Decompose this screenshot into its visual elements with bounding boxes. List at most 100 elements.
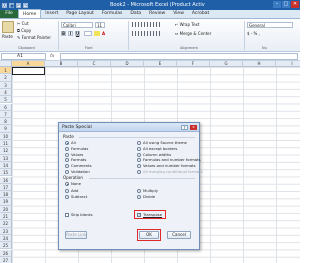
paste-option-radio[interactable]: Column widths bbox=[137, 152, 171, 157]
row-header[interactable]: 3 bbox=[0, 81, 12, 89]
column-header[interactable]: I bbox=[276, 61, 300, 67]
section-divider bbox=[89, 178, 195, 179]
paste-option-radio[interactable]: Formulas bbox=[65, 146, 88, 151]
row-header[interactable]: 6 bbox=[0, 103, 12, 111]
column-header[interactable]: A bbox=[12, 61, 45, 67]
tab-file[interactable]: File bbox=[0, 10, 18, 18]
group-separator bbox=[128, 21, 129, 50]
paste-option-radio[interactable]: Values and number formats bbox=[137, 163, 196, 169]
close-icon[interactable]: x bbox=[190, 125, 197, 130]
minimize-icon[interactable]: – bbox=[273, 1, 281, 8]
font-color-icon[interactable]: A bbox=[102, 31, 108, 36]
row-header[interactable]: 21 bbox=[0, 213, 12, 221]
row-header[interactable]: 9 bbox=[0, 125, 12, 133]
tab-acrobat[interactable]: Acrobat bbox=[188, 10, 213, 18]
row-header[interactable]: 15 bbox=[0, 169, 12, 177]
bold-button[interactable]: B bbox=[61, 31, 66, 36]
tab-formulas[interactable]: Formulas bbox=[98, 10, 127, 18]
column-header[interactable]: F bbox=[177, 61, 210, 67]
row-header[interactable]: 17 bbox=[0, 183, 12, 192]
skip-blanks-checkbox[interactable]: Skip blanks bbox=[65, 212, 93, 217]
fx-icon[interactable]: fx bbox=[50, 53, 54, 60]
option-label: Validation bbox=[71, 169, 90, 174]
row-header[interactable]: 2 bbox=[0, 74, 12, 82]
row-header[interactable]: 13 bbox=[0, 154, 12, 162]
number-format-select[interactable]: General bbox=[247, 22, 293, 28]
format-painter-button[interactable]: ✎ Format Painter bbox=[17, 35, 51, 40]
paste-link-button[interactable]: Paste Link bbox=[65, 231, 87, 239]
paste-option-radio[interactable]: All bbox=[65, 140, 76, 145]
row-header[interactable]: 1 bbox=[0, 67, 12, 75]
tab-view[interactable]: View bbox=[169, 10, 188, 18]
row-header[interactable]: 4 bbox=[0, 88, 12, 97]
paste-option-radio[interactable]: Formats bbox=[65, 157, 86, 163]
cut-button[interactable]: ✂ Cut bbox=[17, 21, 29, 26]
close-window-icon[interactable]: ✕ bbox=[291, 1, 299, 8]
row-header[interactable]: 24 bbox=[0, 234, 12, 243]
wrap-text-button[interactable]: ↵ Wrap Text bbox=[175, 22, 199, 27]
column-header[interactable]: G bbox=[210, 61, 243, 67]
formula-input[interactable] bbox=[60, 53, 298, 60]
tab-home[interactable]: Home bbox=[18, 9, 42, 18]
row-header[interactable]: 20 bbox=[0, 205, 12, 213]
wrap-text-icon: ↵ bbox=[175, 22, 179, 27]
fill-color-icon[interactable] bbox=[94, 31, 100, 36]
cancel-button[interactable]: Cancel bbox=[167, 231, 191, 239]
operation-option-radio[interactable]: Add bbox=[65, 188, 78, 193]
currency-icon[interactable]: $ - % , bbox=[247, 31, 260, 36]
undo-icon[interactable]: ↶ bbox=[16, 2, 21, 8]
row-header[interactable]: 26 bbox=[0, 249, 12, 257]
merge-center-button[interactable]: ⇔ Merge & Center bbox=[175, 31, 211, 36]
horizontal-align-icons[interactable] bbox=[132, 31, 162, 36]
maximize-icon[interactable]: □ bbox=[282, 1, 290, 8]
paste-option-radio[interactable]: All using Source theme bbox=[137, 140, 187, 145]
font-size-select[interactable]: 11 bbox=[95, 22, 105, 28]
row-header[interactable]: 7 bbox=[0, 110, 12, 119]
save-icon[interactable]: ■ bbox=[9, 2, 14, 8]
row-header[interactable]: 10 bbox=[0, 132, 12, 140]
row-header[interactable]: 12 bbox=[0, 147, 12, 155]
paste-option-radio[interactable]: Validation bbox=[65, 169, 90, 174]
operation-option-radio[interactable]: Multiply bbox=[137, 188, 158, 193]
row-header[interactable]: 22 bbox=[0, 220, 12, 228]
redo-icon[interactable]: ↷ bbox=[23, 2, 28, 8]
paste-button[interactable]: Paste bbox=[2, 34, 13, 39]
row-header[interactable]: 14 bbox=[0, 161, 12, 170]
column-header[interactable]: H bbox=[243, 61, 276, 67]
row-header[interactable]: 11 bbox=[0, 140, 12, 148]
font-name-select[interactable]: Calibri bbox=[61, 22, 93, 28]
row-header[interactable]: 5 bbox=[0, 96, 12, 104]
operation-option-radio[interactable]: None bbox=[65, 181, 81, 186]
tab-review[interactable]: Review bbox=[145, 10, 169, 18]
name-box[interactable]: A1 bbox=[1, 53, 46, 60]
row-header[interactable]: 16 bbox=[0, 176, 12, 184]
row-header[interactable]: 25 bbox=[0, 242, 12, 250]
vertical-align-icons[interactable] bbox=[132, 22, 162, 27]
column-header[interactable]: C bbox=[78, 61, 111, 67]
active-cell[interactable] bbox=[12, 67, 45, 75]
tab-page-layout[interactable]: Page Layout bbox=[62, 10, 98, 18]
tab-data[interactable]: Data bbox=[126, 10, 145, 18]
row-header[interactable]: 19 bbox=[0, 198, 12, 206]
italic-button[interactable]: I bbox=[68, 31, 73, 36]
row-header[interactable]: 8 bbox=[0, 118, 12, 126]
tab-insert[interactable]: Insert bbox=[41, 10, 62, 18]
paste-icon[interactable] bbox=[2, 21, 14, 33]
column-header[interactable]: B bbox=[45, 61, 78, 67]
column-header[interactable]: D bbox=[111, 61, 144, 67]
paste-option-radio[interactable]: Values bbox=[65, 152, 83, 157]
transpose-highlight bbox=[134, 210, 166, 219]
paste-option-radio[interactable]: All except borders bbox=[137, 146, 177, 151]
row-header[interactable]: 18 bbox=[0, 191, 12, 199]
help-icon[interactable]: ? bbox=[181, 125, 188, 130]
paste-option-radio[interactable]: Formulas and number formats bbox=[137, 157, 201, 163]
borders-icon[interactable] bbox=[84, 31, 92, 36]
paste-option-radio[interactable]: Comments bbox=[65, 163, 92, 169]
copy-button[interactable]: ⧉ Copy bbox=[17, 28, 31, 33]
underline-button[interactable]: U bbox=[75, 31, 80, 36]
row-header[interactable]: 27 bbox=[0, 256, 12, 263]
operation-option-radio[interactable]: Divide bbox=[137, 194, 155, 199]
row-header[interactable]: 23 bbox=[0, 227, 12, 235]
operation-option-radio[interactable]: Subtract bbox=[65, 194, 87, 199]
column-header[interactable]: E bbox=[144, 61, 177, 67]
